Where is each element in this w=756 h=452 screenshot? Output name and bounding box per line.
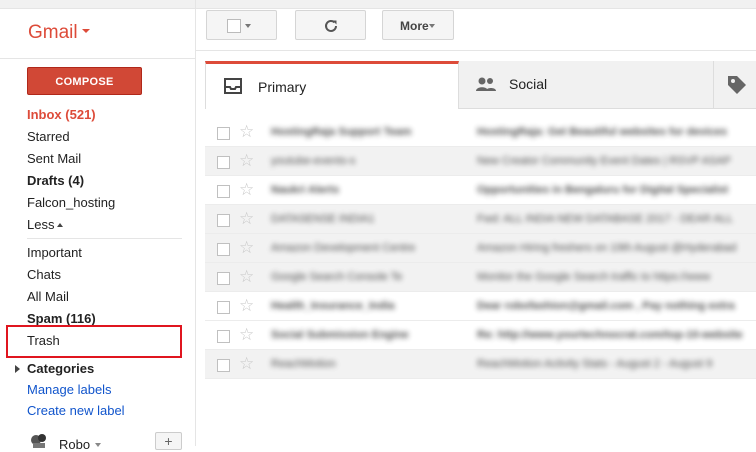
tab-primary-label: Primary — [258, 79, 307, 95]
refresh-icon — [325, 19, 337, 32]
sidebar-item-inbox[interactable]: Inbox (521) — [27, 107, 96, 122]
sidebar-item-spam[interactable]: Spam (116) — [27, 311, 96, 326]
chevron-up-icon — [57, 222, 64, 227]
tag-icon — [728, 76, 746, 94]
create-new-label-link[interactable]: Create new label — [27, 403, 125, 418]
star-icon[interactable]: ☆ — [239, 180, 254, 200]
sidebar-separator — [27, 238, 182, 239]
row-checkbox[interactable] — [217, 156, 230, 169]
tab-social[interactable]: Social — [459, 61, 714, 108]
row-sender: DATASENSE INDIA1 — [271, 213, 375, 225]
star-icon[interactable]: ☆ — [239, 238, 254, 258]
table-row[interactable]: ☆ Google Search Console Te Monitor the G… — [205, 263, 756, 292]
sidebar-item-chats[interactable]: Chats — [27, 267, 61, 282]
chevron-down-icon — [95, 443, 101, 447]
row-checkbox[interactable] — [217, 330, 230, 343]
chevron-down-icon — [429, 24, 435, 28]
inbox-icon — [224, 78, 242, 94]
category-tabs: Primary Social — [205, 61, 756, 109]
row-sender: ReachMotion — [271, 358, 336, 370]
toolbar-divider — [196, 50, 756, 51]
row-subject: Amazon Hiring freshers on 19th August @H… — [477, 242, 737, 254]
row-subject: Dear robofashion@gmail.com , Pay nothing… — [477, 300, 735, 312]
tab-promotions[interactable] — [714, 61, 756, 108]
hangouts-user-name: Robo — [59, 437, 91, 452]
table-row[interactable]: ☆ ReachMotion ReachMotion Activity Stats… — [205, 350, 756, 379]
row-subject: Monitor the Google Search traffic to htt… — [477, 271, 711, 283]
sidebar-item-starred[interactable]: Starred — [27, 129, 70, 144]
row-checkbox[interactable] — [217, 272, 230, 285]
row-sender: Google Search Console Te — [271, 271, 403, 283]
sidebar-divider — [195, 0, 196, 446]
more-button[interactable]: More — [382, 10, 454, 40]
star-icon[interactable]: ☆ — [239, 296, 254, 316]
row-sender: Social Submission Engine — [271, 329, 409, 341]
table-row[interactable]: ☆ Amazon Development Centre Amazon Hirin… — [205, 234, 756, 263]
table-row[interactable]: ☆ Naukri Alerts Opportunities in Bengalu… — [205, 176, 756, 205]
select-checkbox-button[interactable] — [206, 10, 277, 40]
table-row[interactable]: ☆ Social Submission Engine Re: http://ww… — [205, 321, 756, 350]
row-subject: Opportunities in Bengaluru for Digital S… — [477, 184, 729, 196]
tab-primary[interactable]: Primary — [205, 61, 459, 109]
row-sender: youtube-events-s — [271, 155, 356, 167]
gmail-app-switcher[interactable]: Gmail — [28, 22, 90, 44]
table-row[interactable]: ☆ DATASENSE INDIA1 Fwd: ALL INDIA NEW DA… — [205, 205, 756, 234]
table-row[interactable]: ☆ youtube-events-s New Creator Community… — [205, 147, 756, 176]
sidebar-item-all-mail[interactable]: All Mail — [27, 289, 69, 304]
row-sender: Health_Insurance_India — [271, 300, 395, 312]
star-icon[interactable]: ☆ — [239, 209, 254, 229]
row-subject: ReachMotion Activity Stats - August 2 - … — [477, 358, 713, 370]
less-label: Less — [27, 217, 55, 232]
star-icon[interactable]: ☆ — [239, 354, 254, 374]
refresh-button[interactable] — [295, 10, 366, 40]
star-icon[interactable]: ☆ — [239, 122, 254, 142]
sidebar-header-divider — [0, 58, 195, 59]
tab-social-label: Social — [509, 76, 548, 92]
row-checkbox[interactable] — [217, 243, 230, 256]
gmail-logo-label: Gmail — [28, 22, 78, 43]
people-icon — [476, 77, 496, 91]
trash-highlight-box — [6, 325, 182, 358]
row-checkbox[interactable] — [217, 127, 230, 140]
star-icon[interactable]: ☆ — [239, 325, 254, 345]
row-checkbox[interactable] — [217, 185, 230, 198]
sidebar-item-categories[interactable]: Categories — [27, 361, 94, 376]
more-label: More — [400, 19, 429, 33]
chevron-down-icon — [81, 28, 90, 33]
sidebar-item-falcon-hosting[interactable]: Falcon_hosting — [27, 195, 115, 210]
row-subject: New Creator Community Event Dates | RSVP… — [477, 155, 731, 167]
table-row[interactable]: ☆ Health_Insurance_India Dear robofashio… — [205, 292, 756, 321]
row-subject: Fwd: ALL INDIA NEW DATABASE 2017 - DEAR … — [477, 213, 733, 225]
chevron-down-icon — [245, 24, 251, 28]
sidebar-item-sent-mail[interactable]: Sent Mail — [27, 151, 81, 166]
star-icon[interactable]: ☆ — [239, 151, 254, 171]
checkbox-icon — [227, 19, 241, 33]
row-subject: HostingRaja: Get Beautiful websites for … — [477, 126, 728, 138]
row-sender: HostingRaja Support Team — [271, 126, 412, 138]
sidebar-item-less[interactable]: Less — [27, 217, 64, 232]
row-subject: Re: http://www.yourtechnocrat.com/top-10… — [477, 329, 743, 341]
star-icon[interactable]: ☆ — [239, 267, 254, 287]
top-strip — [0, 0, 756, 9]
add-contact-button[interactable]: + — [155, 432, 182, 450]
row-checkbox[interactable] — [217, 301, 230, 314]
sidebar-item-drafts[interactable]: Drafts (4) — [27, 173, 84, 188]
row-sender: Naukri Alerts — [271, 184, 340, 196]
expand-arrow-icon[interactable] — [15, 365, 20, 373]
table-row[interactable]: ☆ HostingRaja Support Team HostingRaja: … — [205, 118, 756, 147]
compose-button[interactable]: COMPOSE — [27, 67, 142, 95]
row-sender: Amazon Development Centre — [271, 242, 416, 254]
row-checkbox[interactable] — [217, 214, 230, 227]
sidebar-item-important[interactable]: Important — [27, 245, 82, 260]
manage-labels-link[interactable]: Manage labels — [27, 382, 112, 397]
row-checkbox[interactable] — [217, 359, 230, 372]
